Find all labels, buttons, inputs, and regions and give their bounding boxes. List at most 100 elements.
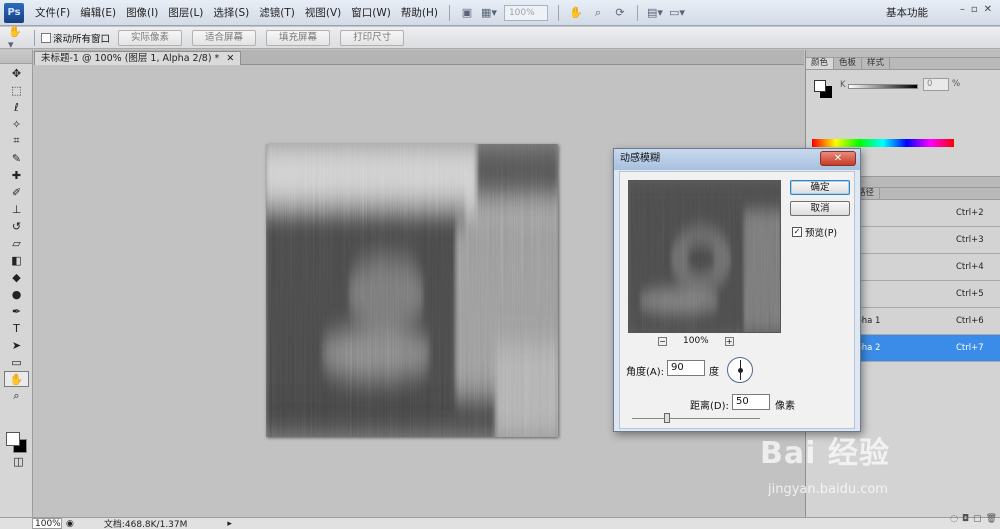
preview-checkbox-box[interactable]: ✓ bbox=[792, 227, 802, 237]
preview-zoom-controls: − 100% + bbox=[658, 336, 734, 346]
menu-help[interactable]: 帮助(H) bbox=[396, 3, 443, 23]
dialog-close-button[interactable]: ✕ bbox=[820, 151, 856, 166]
fit-screen-button[interactable]: 适合屏幕 bbox=[192, 29, 257, 46]
cancel-button[interactable]: 取消 bbox=[790, 201, 850, 216]
k-value-field[interactable]: 0 bbox=[923, 78, 949, 91]
status-menu-arrow-icon[interactable]: ▸ bbox=[227, 519, 232, 529]
path-selection-tool-icon[interactable]: ➤ bbox=[4, 337, 29, 353]
new-channel-icon[interactable]: ▢ bbox=[973, 514, 982, 528]
workspace-switcher[interactable]: 基本功能 bbox=[886, 5, 928, 20]
delete-channel-icon[interactable]: 🗑 bbox=[986, 514, 997, 528]
tools-panel: ✥ ⬚ ℓ ✧ ⌗ ✎ ✚ ✐ ⊥ ↺ ▱ ◧ ◆ ● ✒ T ➤ ▭ ✋ ⌕ … bbox=[0, 50, 33, 517]
crop-tool-icon[interactable]: ⌗ bbox=[4, 133, 29, 149]
k-unit-label: % bbox=[952, 79, 961, 89]
eraser-tool-icon[interactable]: ▱ bbox=[4, 235, 29, 251]
panel-dock-grip[interactable] bbox=[806, 50, 1000, 58]
zoom-level-field[interactable]: 100% bbox=[503, 4, 548, 21]
tab-color[interactable]: 颜色 bbox=[806, 58, 835, 69]
status-zoom-field[interactable]: 100% bbox=[32, 518, 62, 529]
clone-stamp-tool-icon[interactable]: ⊥ bbox=[4, 201, 29, 217]
magic-wand-tool-icon[interactable]: ✧ bbox=[4, 116, 29, 132]
menu-filter[interactable]: 滤镜(T) bbox=[254, 3, 300, 23]
save-selection-icon[interactable]: ◘ bbox=[962, 514, 969, 528]
pen-tool-icon[interactable]: ✒ bbox=[4, 303, 29, 319]
menu-file[interactable]: 文件(F) bbox=[30, 3, 75, 23]
k-slider[interactable] bbox=[848, 84, 918, 89]
photoshop-logo: Ps bbox=[4, 2, 24, 23]
restore-icon[interactable]: ▫ bbox=[971, 4, 978, 15]
marquee-tool-icon[interactable]: ⬚ bbox=[4, 82, 29, 98]
dialog-body: 确定 取消 ✓ 预览(P) − 100% + 角度(A): 90 度 距离(D)… bbox=[619, 171, 855, 429]
actual-pixels-button[interactable]: 实际像素 bbox=[118, 29, 183, 46]
document-close-icon[interactable]: ✕ bbox=[226, 53, 234, 64]
close-icon[interactable]: ✕ bbox=[984, 4, 992, 15]
type-tool-icon[interactable]: T bbox=[4, 320, 29, 336]
menu-edit[interactable]: 编辑(E) bbox=[75, 3, 121, 23]
distance-slider-track[interactable] bbox=[632, 418, 760, 419]
channels-panel-footer: ◌ ◘ ▢ 🗑 bbox=[806, 514, 1000, 528]
gradient-tool-icon[interactable]: ◧ bbox=[4, 252, 29, 268]
tools-panel-grip[interactable] bbox=[0, 50, 32, 64]
lasso-tool-icon[interactable]: ℓ bbox=[4, 99, 29, 115]
print-size-button[interactable]: 打印尺寸 bbox=[340, 29, 405, 46]
foreground-color-swatch[interactable] bbox=[6, 432, 20, 446]
blur-tool-icon[interactable]: ◆ bbox=[4, 269, 29, 285]
bridge-icon[interactable]: ▣ bbox=[458, 5, 476, 21]
menu-divider bbox=[636, 4, 638, 21]
angle-dial[interactable] bbox=[727, 357, 753, 383]
load-selection-icon[interactable]: ◌ bbox=[950, 514, 958, 528]
move-tool-icon[interactable]: ✥ bbox=[4, 65, 29, 81]
menu-select[interactable]: 选择(S) bbox=[208, 3, 254, 23]
menu-image[interactable]: 图像(I) bbox=[121, 3, 163, 23]
zoom-tool-icon[interactable]: ⌕ bbox=[589, 5, 607, 21]
document-size-info: 文档:468.8K/1.37M bbox=[103, 520, 188, 529]
quick-mask-icon[interactable]: ◫ bbox=[6, 453, 31, 469]
history-brush-tool-icon[interactable]: ↺ bbox=[4, 218, 29, 234]
tab-styles[interactable]: 样式 bbox=[862, 58, 891, 69]
menu-view[interactable]: 视图(V) bbox=[300, 3, 346, 23]
menu-window[interactable]: 窗口(W) bbox=[346, 3, 396, 23]
arrange-documents-icon[interactable]: ▤▾ bbox=[646, 5, 664, 21]
document-tab[interactable]: 未标题-1 @ 100% (图层 1, Alpha 2/8) * ✕ bbox=[34, 51, 242, 65]
options-bar: ✋▾ 滚动所有窗口 实际像素 适合屏幕 填充屏幕 打印尺寸 bbox=[0, 25, 1000, 51]
filter-preview[interactable] bbox=[628, 180, 781, 333]
preview-checkbox-label: 预览(P) bbox=[805, 228, 838, 239]
preview-checkbox[interactable]: ✓ 预览(P) bbox=[792, 225, 837, 239]
angle-input[interactable]: 90 bbox=[667, 360, 705, 376]
tab-swatches[interactable]: 色板 bbox=[834, 58, 863, 69]
zoom-in-button[interactable]: + bbox=[724, 336, 734, 346]
view-extras-icon[interactable]: ▦▾ bbox=[480, 5, 498, 21]
document-canvas[interactable] bbox=[266, 144, 558, 437]
minimize-icon[interactable]: – bbox=[960, 4, 965, 15]
healing-brush-tool-icon[interactable]: ✚ bbox=[4, 167, 29, 183]
distance-input[interactable]: 50 bbox=[732, 394, 770, 410]
zoom-out-button[interactable]: − bbox=[658, 336, 667, 346]
hand-tool-preset-icon[interactable]: ✋▾ bbox=[8, 25, 26, 51]
dodge-tool-icon[interactable]: ● bbox=[4, 286, 29, 302]
menu-divider bbox=[448, 4, 450, 21]
rotate-view-icon[interactable]: ⟳ bbox=[611, 5, 629, 21]
menu-bar: Ps 文件(F) 编辑(E) 图像(I) 图层(L) 选择(S) 滤镜(T) 视… bbox=[0, 0, 1000, 26]
menu-layer[interactable]: 图层(L) bbox=[163, 3, 208, 23]
fill-screen-button[interactable]: 填充屏幕 bbox=[266, 29, 331, 46]
shape-tool-icon[interactable]: ▭ bbox=[4, 354, 29, 370]
status-info-icon[interactable]: ◉ bbox=[66, 519, 74, 529]
scroll-all-windows-label: 滚动所有窗口 bbox=[53, 33, 111, 45]
menu-divider bbox=[557, 4, 559, 21]
brush-tool-icon[interactable]: ✐ bbox=[4, 184, 29, 200]
hand-tool-icon[interactable]: ✋ bbox=[567, 5, 585, 21]
zoom-tool-icon[interactable]: ⌕ bbox=[4, 388, 29, 404]
distance-unit: 像素 bbox=[775, 401, 795, 412]
panel-foreground-swatch[interactable] bbox=[814, 80, 826, 92]
document-tab-title: 未标题-1 @ 100% (图层 1, Alpha 2/8) * bbox=[41, 53, 220, 64]
ok-button[interactable]: 确定 bbox=[790, 180, 850, 195]
hand-tool-icon[interactable]: ✋ bbox=[4, 371, 29, 387]
color-spectrum-ramp[interactable] bbox=[812, 139, 954, 147]
preview-image bbox=[629, 181, 780, 332]
distance-slider-thumb[interactable] bbox=[664, 413, 670, 423]
motion-blur-dialog: 动感模糊 ✕ 确定 取消 ✓ 预览(P) − 100% + 角度(A): 90 … bbox=[613, 148, 861, 432]
eyedropper-tool-icon[interactable]: ✎ bbox=[4, 150, 29, 166]
distance-label: 距离(D): bbox=[690, 401, 729, 412]
scroll-all-windows-checkbox[interactable] bbox=[41, 32, 51, 43]
screen-mode-icon[interactable]: ▭▾ bbox=[668, 5, 686, 21]
